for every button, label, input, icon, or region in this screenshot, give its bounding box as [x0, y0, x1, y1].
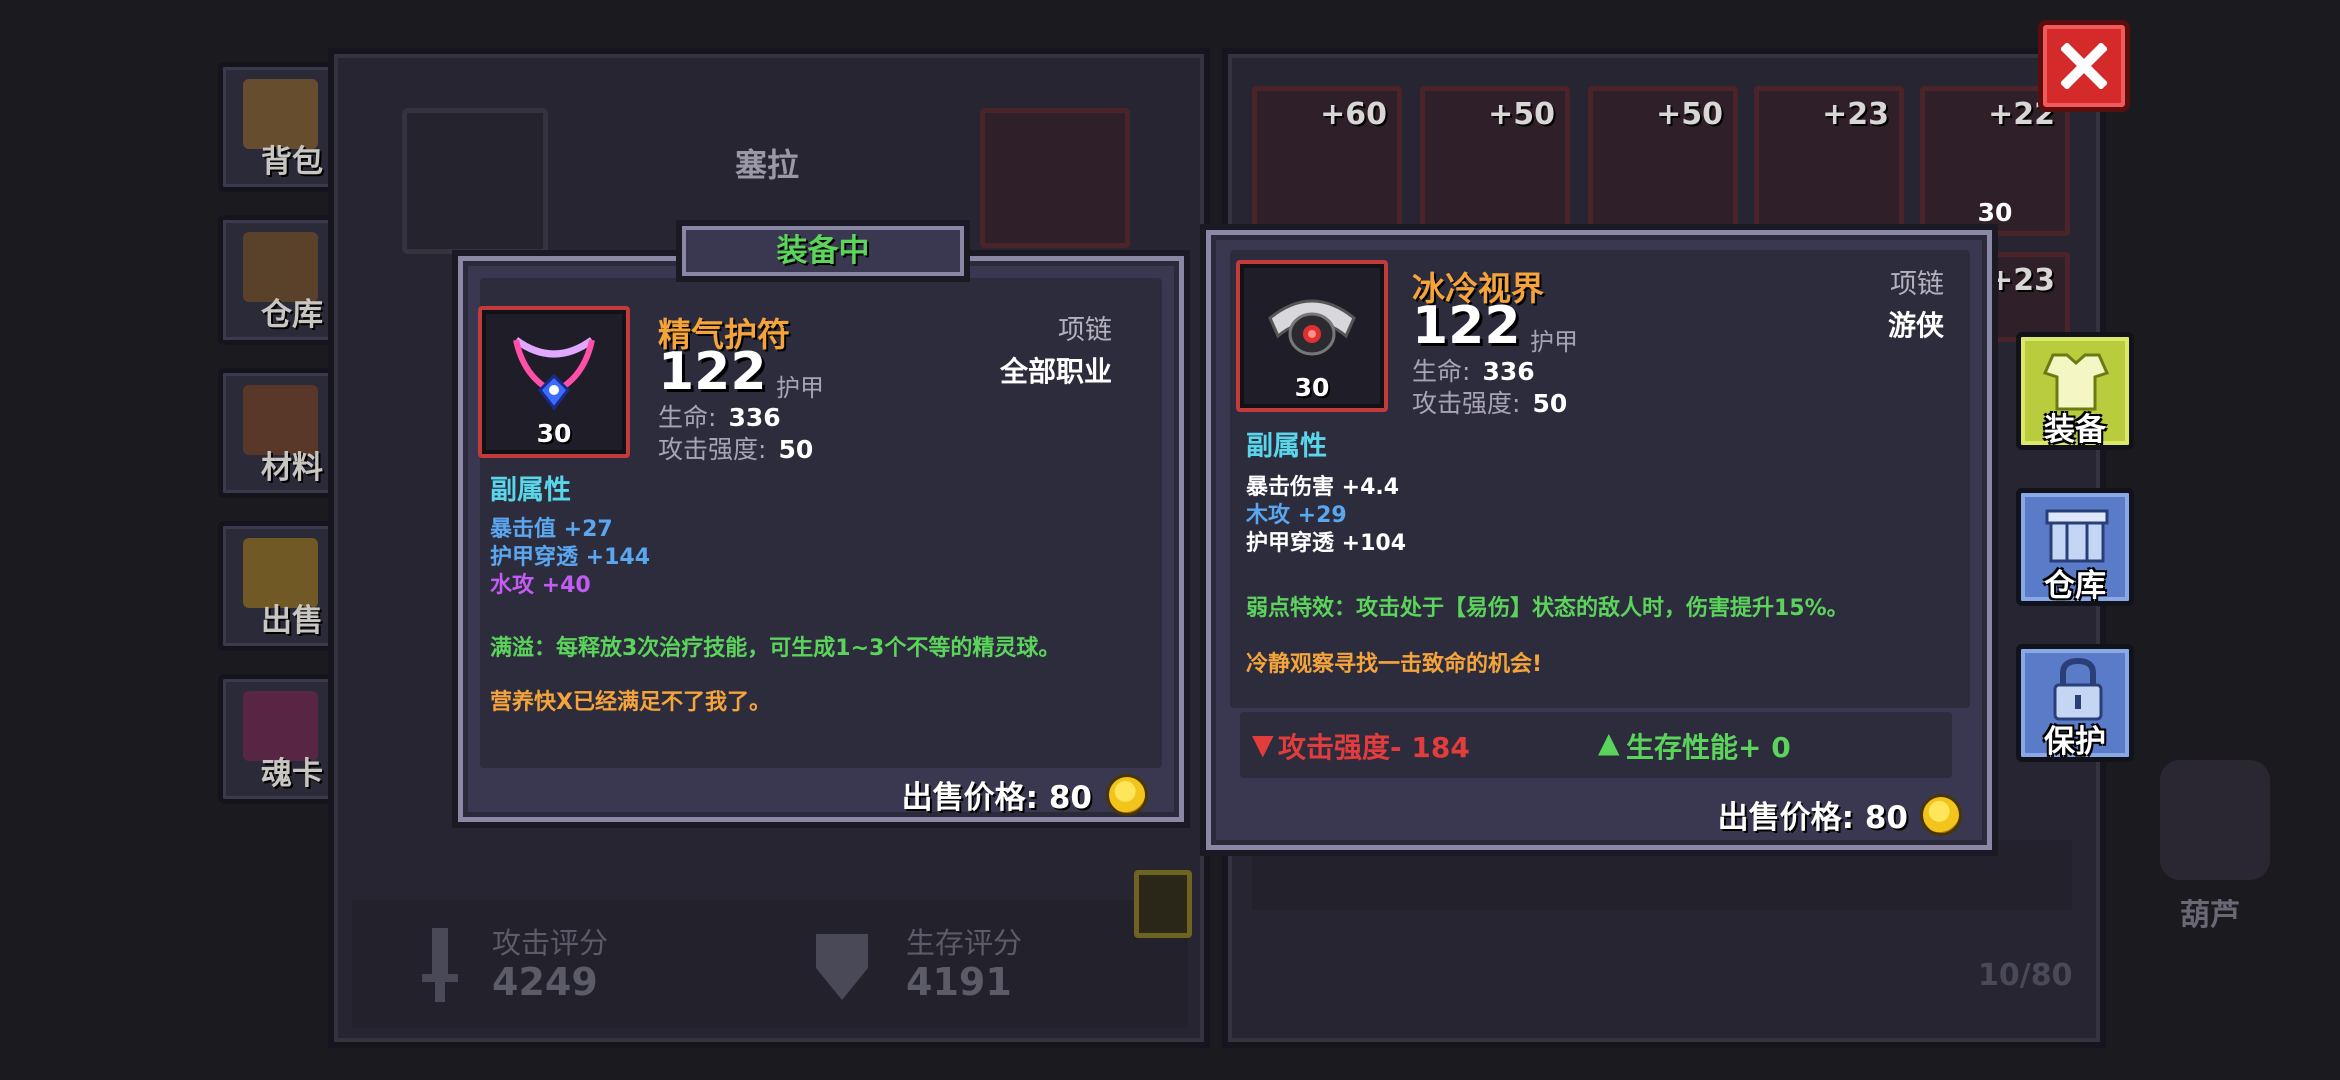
close-icon — [2061, 43, 2107, 89]
sword-icon — [420, 928, 460, 1004]
sub-attributes-title: 副属性 — [490, 475, 571, 506]
armor-value: 122 — [658, 342, 767, 402]
inventory-slot[interactable]: +50 — [1420, 86, 1570, 236]
stat-label: 攻击强度: — [658, 435, 767, 464]
close-button[interactable] — [2038, 20, 2130, 112]
nav-label: 材料 — [261, 450, 323, 486]
item-icon-box: 30 — [1236, 260, 1388, 412]
equipped-header-label: 装备中 — [776, 233, 870, 269]
class-restriction: 游侠 — [1887, 309, 1944, 342]
warehouse-button[interactable]: 仓库 — [2016, 488, 2134, 606]
slot-type: 项链 — [1890, 269, 1944, 300]
stat-label: 生命: — [1412, 357, 1471, 386]
visor-mask-icon — [1268, 299, 1356, 356]
compare-item-card: 30 冰冷视界 122 护甲 生命: 336 攻击强度: 50 项链 游侠 副属性 … — [1200, 224, 1998, 856]
flavor-text: 冷静观察寻找一击致命的机会! — [1246, 652, 1543, 677]
sub-stat: 暴击伤害 +4.4 — [1246, 475, 1400, 500]
comparison-bar: ▼ 攻击强度- 184 ▲ 生存性能+ 0 — [1240, 712, 1952, 778]
nav-label: 仓库 — [261, 297, 323, 333]
stat-value: 336 — [728, 403, 781, 432]
attack-score-value: 4249 — [492, 960, 598, 1004]
flavor-text: 营养快X已经满足不了我了。 — [490, 690, 771, 715]
protect-button[interactable]: 保护 — [2016, 644, 2134, 762]
npc-figure — [2160, 760, 2270, 880]
sub-stat: 水攻 +40 — [490, 573, 591, 598]
stat-value: 336 — [1482, 357, 1535, 386]
decrease-arrow-icon: ▼ — [1252, 728, 1274, 761]
increase-arrow-icon: ▲ — [1598, 726, 1620, 759]
sell-price: 出售价格: 80 — [901, 780, 1092, 816]
equipped-header-tab: 装备中 — [676, 220, 970, 282]
inventory-slot[interactable]: +23 — [1754, 86, 1904, 236]
sub-stat: 暴击值 +27 — [490, 517, 613, 542]
stat-attack: 攻击强度: 50 — [658, 430, 813, 466]
attack-change: 攻击强度- 184 — [1278, 731, 1470, 764]
item-level: 30 — [1294, 373, 1330, 402]
nav-label: 出售 — [261, 603, 323, 639]
necklace-slot[interactable] — [980, 108, 1130, 248]
stat-attack: 攻击强度: 50 — [1412, 384, 1567, 420]
slot-level: 30 — [1977, 198, 2013, 227]
special-effect: 弱点特效：攻击处于【易伤】状态的敌人时，伤害提升15%。 — [1246, 596, 1849, 621]
lock-icon — [2053, 657, 2103, 721]
equipped-item-card: 30 精气护符 122 护甲 生命: 336 攻击强度: 50 项链 全部职业 副属… — [452, 250, 1190, 828]
armor-value: 122 — [1412, 296, 1521, 356]
stat-value: 50 — [1532, 389, 1568, 418]
item-level: 30 — [536, 419, 572, 448]
amulet-icon — [513, 337, 595, 411]
empty-helmet-slot[interactable] — [402, 108, 548, 254]
nav-backpack-button[interactable]: 背包 — [218, 62, 338, 192]
armor-label: 护甲 — [1530, 328, 1578, 356]
special-effect: 满溢：每释放3次治疗技能，可生成1~3个不等的精灵球。 — [490, 636, 1061, 661]
survival-change: 生存性能+ 0 — [1626, 731, 1791, 764]
stat-value: 50 — [778, 435, 814, 464]
stat-health: 生命: 336 — [658, 398, 781, 434]
equip-label: 装备 — [2044, 412, 2106, 448]
sub-stat: 护甲穿透 +104 — [1246, 531, 1407, 556]
clipboard-icon[interactable] — [1134, 870, 1192, 938]
nav-label: 魂卡 — [261, 756, 323, 792]
inventory-count: 10/80 — [1978, 958, 2073, 993]
armor-icon — [2043, 353, 2109, 411]
score-bar — [352, 900, 1188, 1028]
nav-warehouse-button[interactable]: 仓库 — [218, 215, 338, 345]
npc-name: 葫芦 — [2180, 898, 2240, 933]
slot-plus: +60 — [1320, 97, 1387, 132]
nav-sell-button[interactable]: 出售 — [218, 521, 338, 651]
warehouse-label: 仓库 — [2044, 568, 2106, 604]
slot-plus: +50 — [1488, 97, 1555, 132]
character-name: 塞拉 — [735, 146, 800, 184]
slot-plus: +23 — [1822, 97, 1889, 132]
stat-health: 生命: 336 — [1412, 352, 1535, 388]
stat-label: 攻击强度: — [1412, 389, 1521, 418]
shield-icon — [812, 928, 872, 1004]
item-icon-box: 30 — [478, 306, 630, 458]
survival-score-value: 4191 — [906, 960, 1012, 1004]
slot-type: 项链 — [1058, 315, 1112, 346]
sell-price: 出售价格: 80 — [1717, 800, 1908, 836]
inventory-slot[interactable]: +50 — [1588, 86, 1738, 236]
nav-label: 背包 — [261, 144, 323, 180]
sub-stat: 护甲穿透 +144 — [490, 545, 651, 570]
stat-label: 生命: — [658, 403, 717, 432]
coin-icon — [1920, 794, 1962, 836]
inventory-slot[interactable]: +60 — [1252, 86, 1402, 236]
slot-plus: +23 — [1988, 263, 2055, 298]
nav-materials-button[interactable]: 材料 — [218, 368, 338, 498]
protect-label: 保护 — [2044, 724, 2106, 760]
nav-soul-card-button[interactable]: 魂卡 — [218, 674, 338, 804]
equip-button[interactable]: 装备 — [2016, 332, 2134, 450]
slot-plus: +50 — [1656, 97, 1723, 132]
survival-score-label: 生存评分 — [906, 926, 1023, 960]
warehouse-icon — [2045, 509, 2109, 563]
sub-stat: 木攻 +29 — [1246, 503, 1347, 528]
coin-icon — [1106, 774, 1148, 816]
armor-label: 护甲 — [776, 374, 824, 402]
sub-attributes-title: 副属性 — [1246, 431, 1327, 462]
attack-score-label: 攻击评分 — [492, 926, 609, 960]
class-restriction: 全部职业 — [999, 355, 1112, 388]
